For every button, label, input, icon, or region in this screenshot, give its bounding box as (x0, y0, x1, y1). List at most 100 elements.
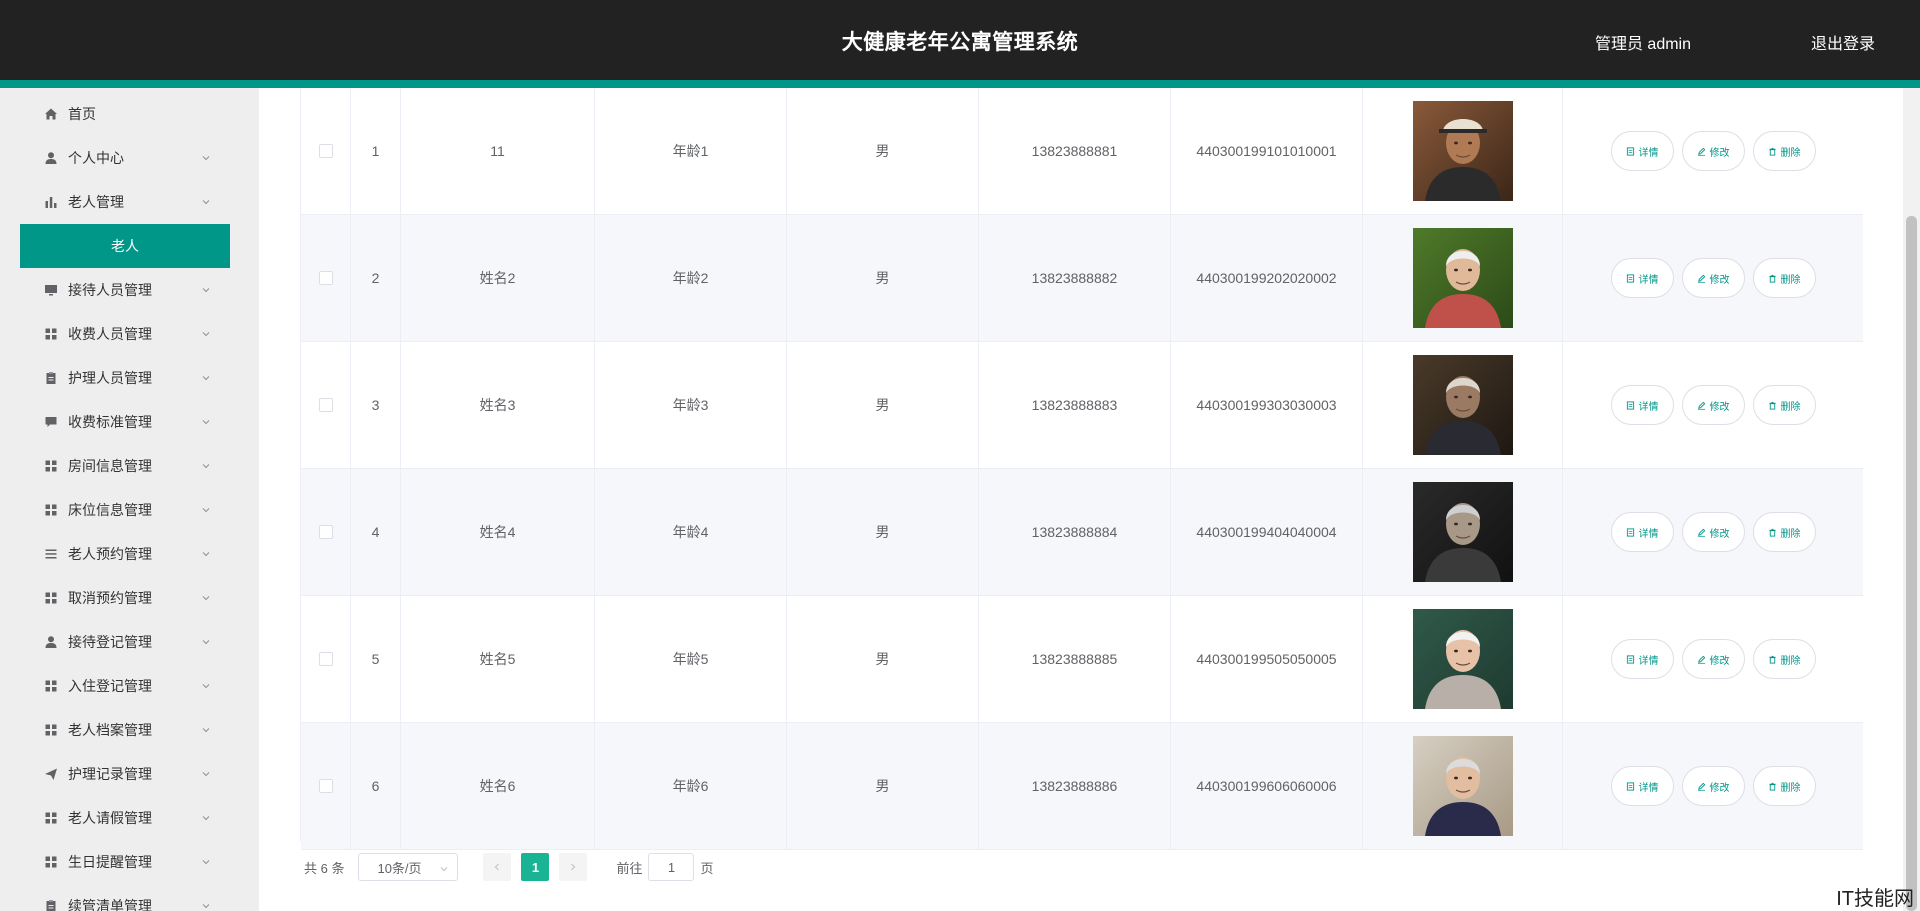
next-page-button[interactable] (559, 853, 588, 881)
sidebar-item-2[interactable]: 老人管理 (20, 180, 230, 224)
edit-button-label: 修改 (1709, 528, 1730, 540)
logout-button[interactable]: 退出登录 (1811, 30, 1875, 54)
elder-photo[interactable] (1412, 355, 1513, 455)
delete-button[interactable]: 删除 (1752, 766, 1816, 806)
trash-icon (1768, 655, 1776, 664)
sidebar-item-18[interactable]: 续管清单管理 (20, 884, 230, 911)
edit-button[interactable]: 修改 (1681, 512, 1745, 552)
sidebar-item-6[interactable]: 护理人员管理 (20, 356, 230, 400)
detail-button[interactable]: 详情 (1610, 258, 1674, 298)
sidebar-item-4[interactable]: 接待人员管理 (20, 268, 230, 312)
sidebar-item-12[interactable]: 接待登记管理 (20, 620, 230, 664)
chevron-down-icon (200, 768, 212, 780)
chevron-down-icon (200, 504, 212, 516)
user-icon (44, 635, 58, 649)
sidebar-item-8[interactable]: 房间信息管理 (20, 444, 230, 488)
page-number-current[interactable]: 1 (521, 853, 550, 881)
table-row[interactable]: 2 姓名2 年龄2 男 13823888882 440300199202020002 详情 修… (301, 215, 1863, 342)
cell-phone: 13823888883 (979, 342, 1171, 468)
table-row[interactable]: 5 姓名5 年龄5 男 13823888885 440300199505050005 详情 修… (301, 596, 1863, 723)
sidebar-item-7[interactable]: 收费标准管理 (20, 400, 230, 444)
sidebar-item-16[interactable]: 老人请假管理 (20, 796, 230, 840)
detail-button[interactable]: 详情 (1610, 512, 1674, 552)
row-checkbox[interactable] (318, 525, 333, 539)
edit-button-label: 修改 (1709, 274, 1730, 286)
document-icon (1626, 400, 1634, 410)
elder-photo[interactable] (1412, 736, 1513, 836)
cell-check (301, 723, 351, 849)
detail-button[interactable]: 详情 (1610, 766, 1674, 806)
cell-check (301, 469, 351, 595)
row-checkbox[interactable] (318, 144, 333, 158)
delete-button[interactable]: 删除 (1752, 131, 1816, 171)
sidebar-item-14[interactable]: 老人档案管理 (20, 708, 230, 752)
sidebar-item-label: 老人管理 (68, 194, 124, 210)
edit-button[interactable]: 修改 (1681, 766, 1745, 806)
sidebar-item-9[interactable]: 床位信息管理 (20, 488, 230, 532)
chevron-down-icon (200, 416, 212, 428)
elder-photo[interactable] (1412, 609, 1513, 709)
elder-photo[interactable] (1412, 228, 1513, 328)
edit-button[interactable]: 修改 (1681, 258, 1745, 298)
sidebar-item-11[interactable]: 取消预约管理 (20, 576, 230, 620)
elder-photo[interactable] (1412, 101, 1513, 201)
chevron-down-icon (200, 284, 212, 296)
cell-ops: 详情 修改 删除 (1563, 723, 1863, 849)
chevron-down-icon (200, 636, 212, 648)
cell-phone: 13823888885 (979, 596, 1171, 722)
sidebar-item-1[interactable]: 个人中心 (20, 136, 230, 180)
row-checkbox[interactable] (318, 652, 333, 666)
sidebar-item-10[interactable]: 老人预约管理 (20, 532, 230, 576)
delete-button[interactable]: 删除 (1752, 258, 1816, 298)
table-row[interactable]: 4 姓名4 年龄4 男 13823888884 440300199404040004 详情 修… (301, 469, 1863, 596)
edit-icon (1697, 528, 1705, 537)
cell-gender: 男 (787, 88, 979, 214)
sidebar-item-15[interactable]: 护理记录管理 (20, 752, 230, 796)
cell-name: 姓名2 (401, 215, 595, 341)
sidebar-item-5[interactable]: 收费人员管理 (20, 312, 230, 356)
detail-button[interactable]: 详情 (1610, 385, 1674, 425)
chevron-down-icon (439, 862, 449, 877)
sidebar-item-13[interactable]: 入住登记管理 (20, 664, 230, 708)
table-row[interactable]: 1 11 年龄1 男 13823888881 440300199101010001 详情 修改… (301, 88, 1863, 215)
cell-name: 姓名5 (401, 596, 595, 722)
edit-button-label: 修改 (1709, 655, 1730, 667)
sidebar-item-17[interactable]: 生日提醒管理 (20, 840, 230, 884)
cell-photo (1363, 469, 1563, 595)
table-row[interactable]: 6 姓名6 年龄6 男 13823888886 440300199606060006 详情 修… (301, 723, 1863, 850)
delete-button[interactable]: 删除 (1752, 385, 1816, 425)
edit-button[interactable]: 修改 (1681, 131, 1745, 171)
cell-id_card: 440300199606060006 (1171, 723, 1363, 849)
cell-age: 年龄6 (595, 723, 787, 849)
cell-check (301, 596, 351, 722)
prev-page-button[interactable] (483, 853, 512, 881)
pagination: 共 6 条 10条/页 1 前往 页 (304, 853, 714, 881)
cell-photo (1363, 342, 1563, 468)
detail-button[interactable]: 详情 (1610, 639, 1674, 679)
detail-button-label: 详情 (1638, 147, 1659, 159)
cell-gender: 男 (787, 723, 979, 849)
page-size-select[interactable]: 10条/页 (358, 853, 459, 881)
row-checkbox[interactable] (318, 271, 333, 285)
table-row[interactable]: 3 姓名3 年龄3 男 13823888883 440300199303030003 详情 修… (301, 342, 1863, 469)
sidebar-item-0[interactable]: 首页 (20, 92, 230, 136)
sidebar-subitem-active[interactable]: 老人 (20, 224, 230, 268)
document-icon (1626, 146, 1634, 156)
detail-button[interactable]: 详情 (1610, 131, 1674, 171)
grid-icon (44, 723, 58, 737)
row-checkbox[interactable] (318, 779, 333, 793)
cell-check (301, 215, 351, 341)
document-icon (1626, 654, 1634, 664)
elder-photo[interactable] (1412, 482, 1513, 582)
edit-button[interactable]: 修改 (1681, 385, 1745, 425)
delete-button[interactable]: 删除 (1752, 512, 1816, 552)
edit-button[interactable]: 修改 (1681, 639, 1745, 679)
row-checkbox[interactable] (318, 398, 333, 412)
goto-page-input[interactable] (648, 853, 695, 881)
home-icon (44, 107, 58, 121)
delete-button-label: 删除 (1780, 147, 1801, 159)
scrollbar-thumb[interactable] (1906, 216, 1917, 911)
sidebar-item-label: 房间信息管理 (68, 458, 152, 474)
delete-button[interactable]: 删除 (1752, 639, 1816, 679)
trash-icon (1768, 274, 1776, 283)
